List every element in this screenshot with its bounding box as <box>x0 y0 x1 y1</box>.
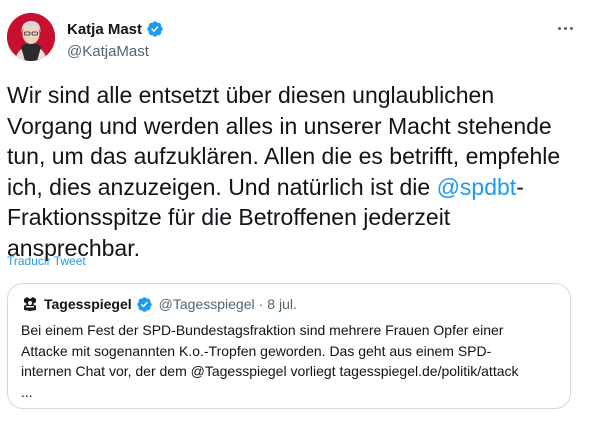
quoted-tweet-line: Attacke mit sogenannten K.o.-Tropfen gew… <box>21 342 492 359</box>
separator-dot: · <box>258 296 264 312</box>
tweet-text: Wir sind alle entsetzt über diesen ungla… <box>7 80 587 263</box>
quoted-author-name[interactable]: Tagesspiegel <box>44 296 132 312</box>
tweet-line: Wir sind alle entsetzt über diesen ungla… <box>7 82 495 108</box>
tweet-line: ich, dies anzuzeigen. Und natürlich ist … <box>7 172 587 203</box>
quoted-tweet-line: ... <box>21 383 33 400</box>
more-horizontal-icon-dot <box>569 26 573 30</box>
tweet-line-text: ich, dies anzuzeigen. Und natürlich ist … <box>7 173 437 200</box>
author-name-text[interactable]: Katja Mast <box>67 21 142 38</box>
more-horizontal-icon-dot <box>563 26 567 30</box>
quoted-tweet-header: Tagesspiegel @Tagesspiegel · 8 jul. <box>21 295 297 313</box>
more-horizontal-icon <box>557 26 561 30</box>
quoted-tweet-line: internen Chat vor, der dem @Tagesspiegel… <box>21 363 519 379</box>
author-name[interactable]: Katja Mast <box>67 20 164 38</box>
verified-badge-icon <box>147 21 163 37</box>
translate-tweet-link[interactable]: Traducir Tweet <box>7 254 86 268</box>
more-options-button[interactable] <box>552 18 578 38</box>
tweet-card: Katja Mast @KatjaMast Wir sind alle ents… <box>0 0 591 423</box>
tagesspiegel-logo-icon <box>21 295 39 313</box>
verified-badge-icon <box>136 296 152 312</box>
tweet-line: ansprechbar. <box>7 234 140 261</box>
quoted-tweet-text: Bei einem Fest der SPD-Bundestagsfraktio… <box>21 320 561 402</box>
author-handle[interactable]: @KatjaMast <box>67 43 149 60</box>
avatar[interactable] <box>7 13 55 61</box>
tweet-line: Fraktionsspitze für die Betroffenen jede… <box>7 204 451 230</box>
quoted-tweet-date[interactable]: 8 jul. <box>267 296 297 312</box>
quoted-tweet[interactable]: Tagesspiegel @Tagesspiegel · 8 jul. Bei … <box>7 283 571 409</box>
quoted-tweet-line: Bei einem Fest der SPD-Bundestagsfraktio… <box>21 322 504 338</box>
mention-link[interactable]: @spdbt <box>437 174 517 200</box>
tweet-line: tun, um das aufzuklären. Allen die es be… <box>7 143 561 169</box>
tweet-line: Vorgang und werden alles in unserer Mach… <box>7 112 552 139</box>
tweet-line-tail: - <box>516 173 524 200</box>
quoted-author-handle[interactable]: @Tagesspiegel <box>159 296 255 312</box>
